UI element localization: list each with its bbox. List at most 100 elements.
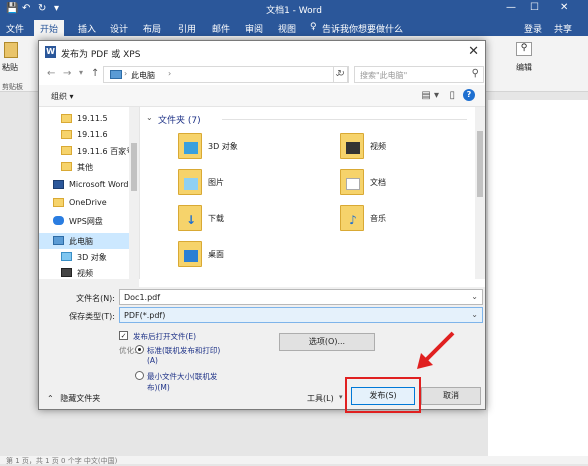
3d-overlay (184, 142, 198, 154)
nav-item-label: 19.11.6 (77, 130, 108, 139)
window-title: 文档1 - Word (266, 6, 322, 16)
minimum-option-line1[interactable]: 最小文件大小(联机发 (147, 371, 217, 382)
minimum-size-radio[interactable] (135, 371, 144, 380)
nav-item[interactable]: 其他 (39, 159, 129, 175)
recent-icon[interactable]: ▾ (79, 68, 83, 77)
address-bar[interactable]: › 此电脑 › ⌄ (103, 66, 348, 83)
tell-me-box[interactable]: 告诉我你想要做什么 (322, 22, 403, 35)
collapse-group-icon[interactable]: ⌄ (146, 113, 153, 122)
standard-option-line2[interactable]: (A) (147, 356, 158, 365)
filename-input[interactable]: Doc1.pdf ⌄ (119, 289, 483, 305)
hide-folders-label: 隐藏文件夹 (60, 394, 101, 403)
search-input[interactable]: 搜索"此电脑" ⚲ (354, 66, 484, 83)
tab-home[interactable]: 开始 (34, 20, 65, 36)
nav-item-label: 视频 (77, 269, 93, 278)
nav-scroll-thumb[interactable] (131, 143, 137, 191)
tab-review[interactable]: 审阅 (245, 22, 263, 35)
video-icon (61, 268, 72, 277)
open-after-checkbox[interactable]: ✓ (119, 331, 128, 340)
tab-view[interactable]: 视图 (278, 22, 296, 35)
nav-item-this-pc[interactable]: 此电脑 (39, 233, 129, 249)
cancel-button[interactable]: 取消 (421, 387, 481, 405)
organize-menu[interactable]: 组织 ▾ (51, 91, 74, 102)
content-scrollbar[interactable] (475, 107, 485, 279)
tab-design[interactable]: 设计 (110, 22, 128, 35)
file-list: ⌄ 文件夹 (7) 3D 对象 视频 图片 文档 ↓ 下载 ♪ 音乐 桌面 (139, 107, 475, 279)
open-after-label[interactable]: 发布后打开文件(E) (133, 331, 196, 342)
maximize-icon[interactable]: ☐ (530, 2, 539, 13)
word-icon: W (45, 46, 56, 58)
folder-label: 3D 对象 (208, 142, 238, 151)
nav-item[interactable]: 19.11.6 (39, 127, 129, 143)
tools-menu[interactable]: 工具(L) (307, 393, 334, 404)
folder-item[interactable]: 文档 (340, 169, 490, 199)
folder-label: 文档 (370, 178, 386, 187)
folder-label: 视频 (370, 142, 386, 151)
tab-layout[interactable]: 布局 (143, 22, 161, 35)
dialog-close-icon[interactable]: ✕ (468, 44, 479, 59)
tab-insert[interactable]: 插入 (78, 22, 96, 35)
hide-folders-toggle[interactable]: ⌃ 隐藏文件夹 (47, 393, 100, 404)
nav-item-onedrive[interactable]: OneDrive (39, 195, 129, 211)
tab-references[interactable]: 引用 (178, 22, 196, 35)
search-placeholder: 搜索"此电脑" (360, 71, 408, 80)
nav-item-word[interactable]: Microsoft Word (39, 177, 129, 193)
nav-scrollbar[interactable] (129, 107, 139, 279)
desktop-folder-icon (178, 241, 202, 267)
folder-item[interactable]: ↓ 下载 (178, 205, 328, 235)
nav-item-label: 19.11.5 (77, 114, 108, 123)
folder-item[interactable]: 图片 (178, 169, 328, 199)
status-bar: 第 1 页，共 1 页 0 个字 中文(中国) (0, 456, 588, 465)
nav-item[interactable]: 19.11.5 (39, 111, 129, 127)
nav-hscrollbar[interactable] (39, 279, 139, 287)
preview-pane-icon[interactable]: ▯ (449, 90, 455, 101)
folder-item[interactable]: ♪ 音乐 (340, 205, 490, 235)
breadcrumb-chevron-icon[interactable]: › (168, 69, 171, 78)
help-icon[interactable]: ? (463, 89, 475, 101)
login-link[interactable]: 登录 (524, 22, 542, 35)
share-button[interactable]: 共享 (554, 22, 572, 35)
navigation-pane: 19.11.5 19.11.6 19.11.6 百家号 其他 Microsoft… (39, 107, 139, 279)
status-text: 第 1 页，共 1 页 0 个字 中文(中国) (6, 457, 118, 465)
folder-item[interactable]: 3D 对象 (178, 133, 328, 163)
back-icon[interactable]: ← (47, 68, 55, 79)
publish-pdf-dialog: W 发布为 PDF 或 XPS ✕ ← → ▾ ↑ › 此电脑 › ⌄ ↻ 搜索… (38, 40, 486, 413)
nav-item[interactable]: 3D 对象 (39, 249, 129, 265)
minimum-option-line2[interactable]: 布)(M) (147, 382, 170, 393)
folder-item[interactable]: 桌面 (178, 241, 328, 271)
tools-dropdown-icon[interactable]: ▾ (339, 393, 343, 401)
folder-icon (53, 198, 64, 207)
folder-label: 图片 (208, 178, 224, 187)
minimize-icon[interactable]: — (506, 2, 516, 13)
tab-file[interactable]: 文件 (6, 22, 24, 35)
filename-label: 文件名(N): (76, 294, 115, 303)
nav-item-wps[interactable]: WPS网盘 (39, 213, 129, 229)
content-scroll-thumb[interactable] (477, 131, 483, 197)
tab-mailings[interactable]: 邮件 (212, 22, 230, 35)
close-window-icon[interactable]: ✕ (560, 2, 568, 13)
word-doc-icon (53, 180, 64, 189)
options-button[interactable]: 选项(O)... (279, 333, 375, 351)
up-icon[interactable]: ↑ (91, 68, 99, 79)
nav-item[interactable]: 19.11.6 百家号 (39, 143, 134, 159)
filetype-select[interactable]: PDF(*.pdf) ⌄ (119, 307, 483, 323)
filetype-value: PDF(*.pdf) (124, 311, 166, 320)
filename-dropdown-icon[interactable]: ⌄ (471, 292, 478, 301)
paste-icon[interactable] (4, 42, 18, 58)
refresh-icon[interactable]: ↻ (333, 66, 349, 83)
filetype-dropdown-icon[interactable]: ⌄ (471, 310, 478, 319)
folder-item[interactable]: 视频 (340, 133, 490, 163)
address-text: 此电脑 (131, 71, 155, 80)
folder-label: 桌面 (208, 250, 224, 259)
view-options-icon[interactable]: ▤ ▾ (421, 90, 439, 101)
paste-label[interactable]: 粘贴 (2, 62, 18, 73)
document-page[interactable] (488, 100, 588, 456)
standard-radio[interactable] (135, 345, 144, 354)
optimize-label: 优化: (119, 346, 137, 355)
edit-label[interactable]: 编辑 (516, 62, 532, 73)
3d-objects-icon (178, 133, 202, 159)
find-icon[interactable]: ⚲ (516, 42, 532, 56)
forward-icon[interactable]: → (63, 68, 71, 79)
nav-item[interactable]: 视频 (39, 265, 129, 279)
standard-option-line1[interactable]: 标准(联机发布和打印) (147, 345, 220, 356)
